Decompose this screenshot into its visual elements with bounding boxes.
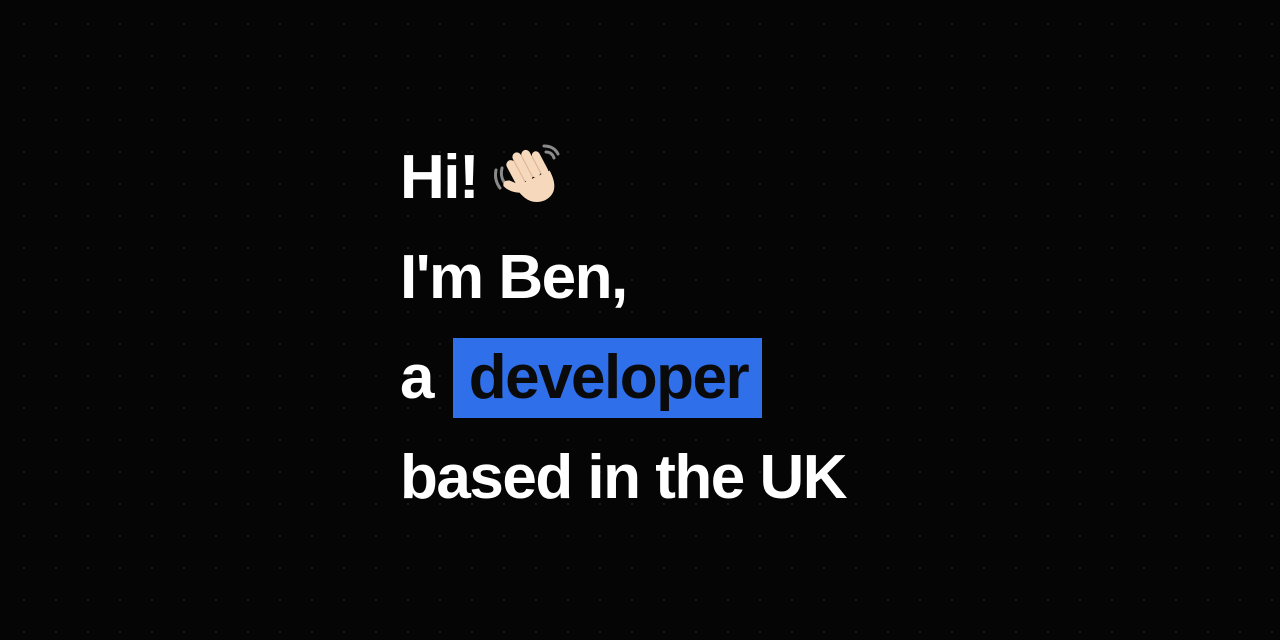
name-line: I'm Ben, — [400, 243, 628, 312]
intro-text: Hi! I'm Ben, a developer based in the UK — [400, 128, 848, 528]
waving-hand-icon — [494, 144, 560, 203]
location-line: based in the UK — [400, 443, 848, 512]
role-line: a developer — [400, 328, 846, 428]
role-prefix: a — [400, 343, 434, 412]
greeting-text: Hi! — [400, 143, 480, 212]
role-highlight: developer — [452, 338, 763, 418]
hero-canvas: Hi! I'm Ben, a developer based in the UK — [0, 0, 1280, 640]
greeting-line: Hi! — [400, 128, 846, 228]
